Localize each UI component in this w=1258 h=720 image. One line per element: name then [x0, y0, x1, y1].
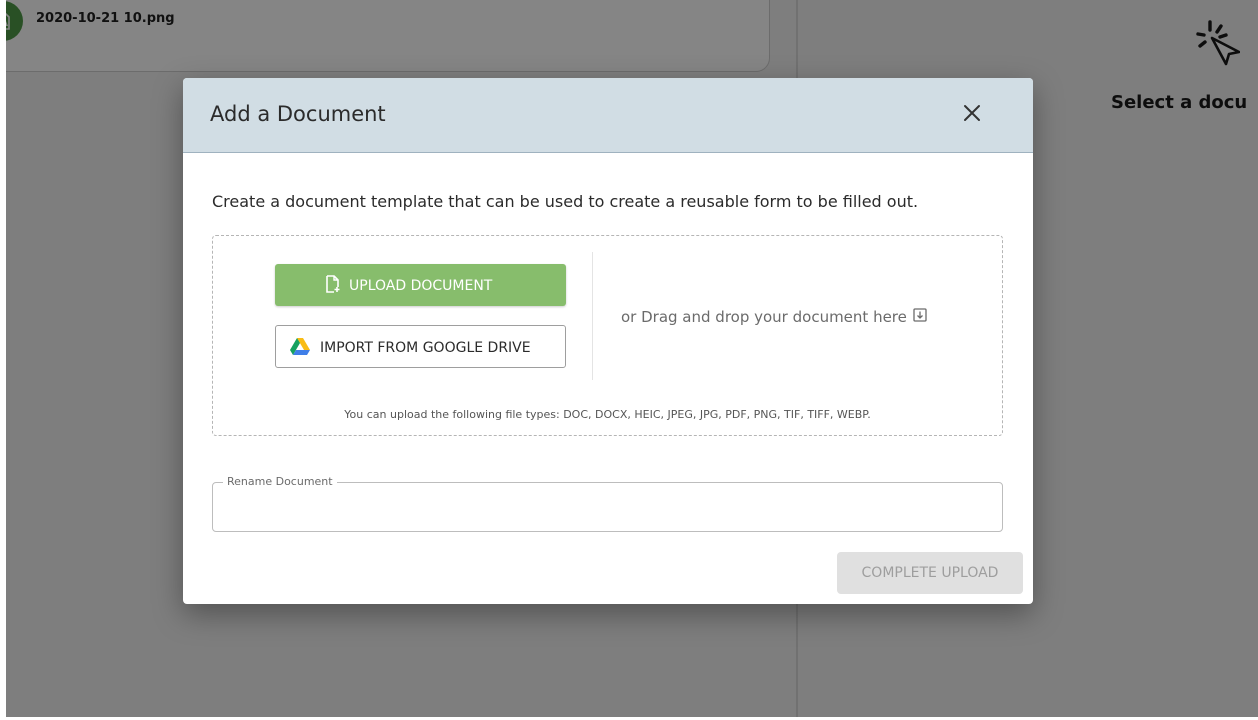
complete-upload-button[interactable]: COMPLETE UPLOAD — [837, 552, 1023, 594]
download-box-icon — [913, 308, 927, 326]
google-drive-icon — [290, 337, 310, 359]
dialog-description: Create a document template that can be u… — [212, 192, 919, 211]
file-types-note: You can upload the following file types:… — [344, 408, 871, 421]
drag-drop-hint: or Drag and drop your document here — [621, 308, 927, 326]
upload-document-label: UPLOAD DOCUMENT — [349, 278, 493, 294]
rename-document-field[interactable]: Rename Document — [212, 475, 1003, 532]
rename-document-label: Rename Document — [223, 475, 337, 488]
close-icon — [964, 105, 980, 121]
import-google-drive-label: IMPORT FROM GOOGLE DRIVE — [320, 340, 531, 356]
rename-document-input[interactable] — [225, 497, 989, 523]
drag-drop-label: or Drag and drop your document here — [621, 308, 907, 326]
import-google-drive-button[interactable]: IMPORT FROM GOOGLE DRIVE — [275, 325, 566, 368]
dropzone-divider — [592, 252, 593, 380]
window-edge — [0, 0, 6, 720]
close-button[interactable] — [959, 100, 985, 126]
dialog-header: Add a Document — [183, 78, 1033, 153]
upload-dropzone[interactable]: UPLOAD DOCUMENT IMPORT FROM GOOGLE DRIVE… — [212, 235, 1003, 436]
dialog-title: Add a Document — [210, 102, 386, 126]
add-document-dialog: Add a Document Create a document templat… — [183, 78, 1033, 604]
upload-document-button[interactable]: UPLOAD DOCUMENT — [275, 264, 566, 306]
file-add-icon — [325, 275, 341, 297]
